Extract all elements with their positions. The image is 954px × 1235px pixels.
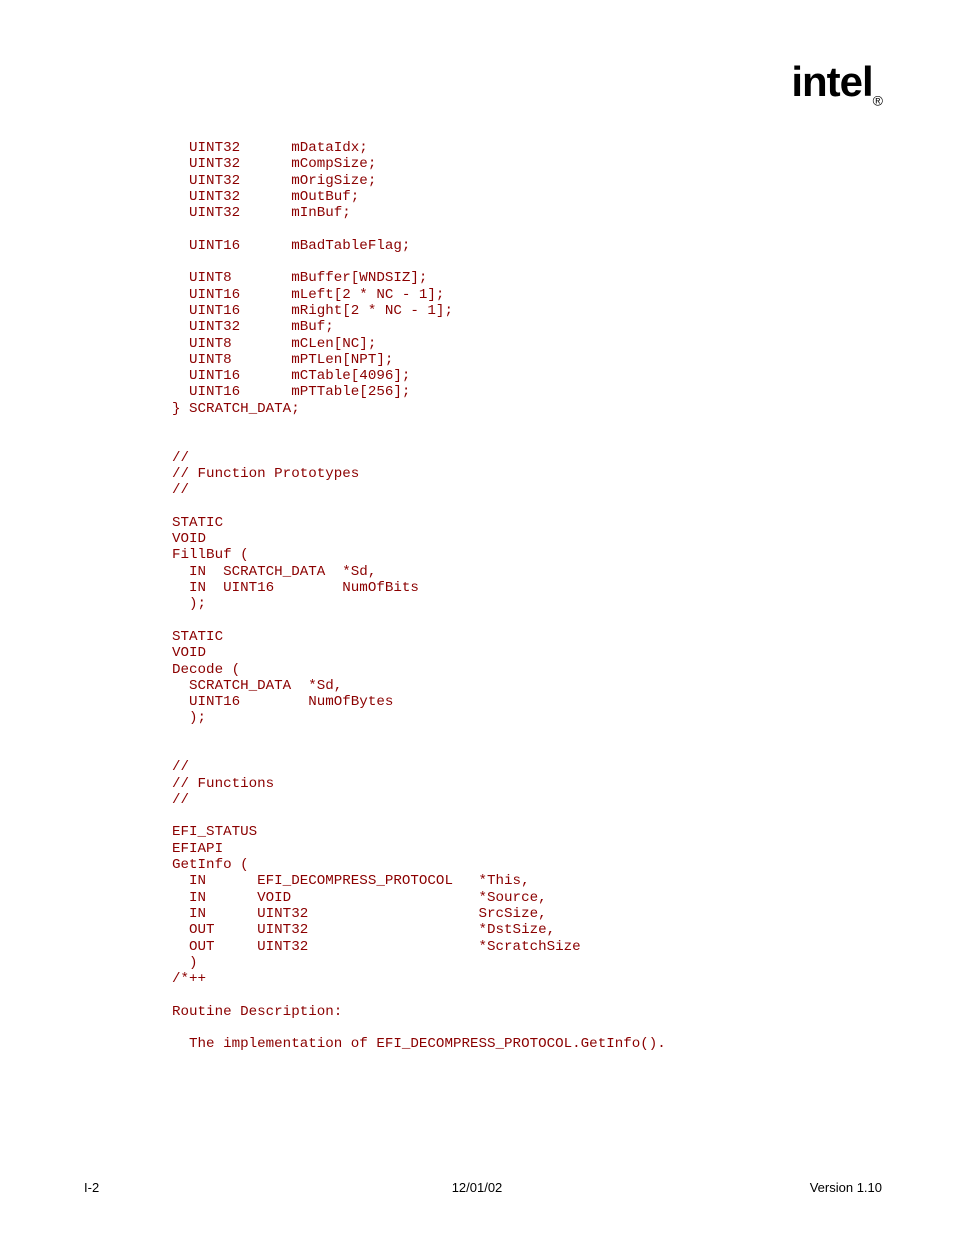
code-listing: UINT32 mDataIdx; UINT32 mCompSize; UINT3… xyxy=(172,140,882,1053)
logo-registered: ® xyxy=(873,92,882,108)
intel-logo: intel® xyxy=(791,58,882,108)
page: intel® UINT32 mDataIdx; UINT32 mCompSize… xyxy=(0,0,954,1235)
logo-text: intel xyxy=(791,58,872,105)
footer-version: Version 1.10 xyxy=(810,1180,882,1195)
